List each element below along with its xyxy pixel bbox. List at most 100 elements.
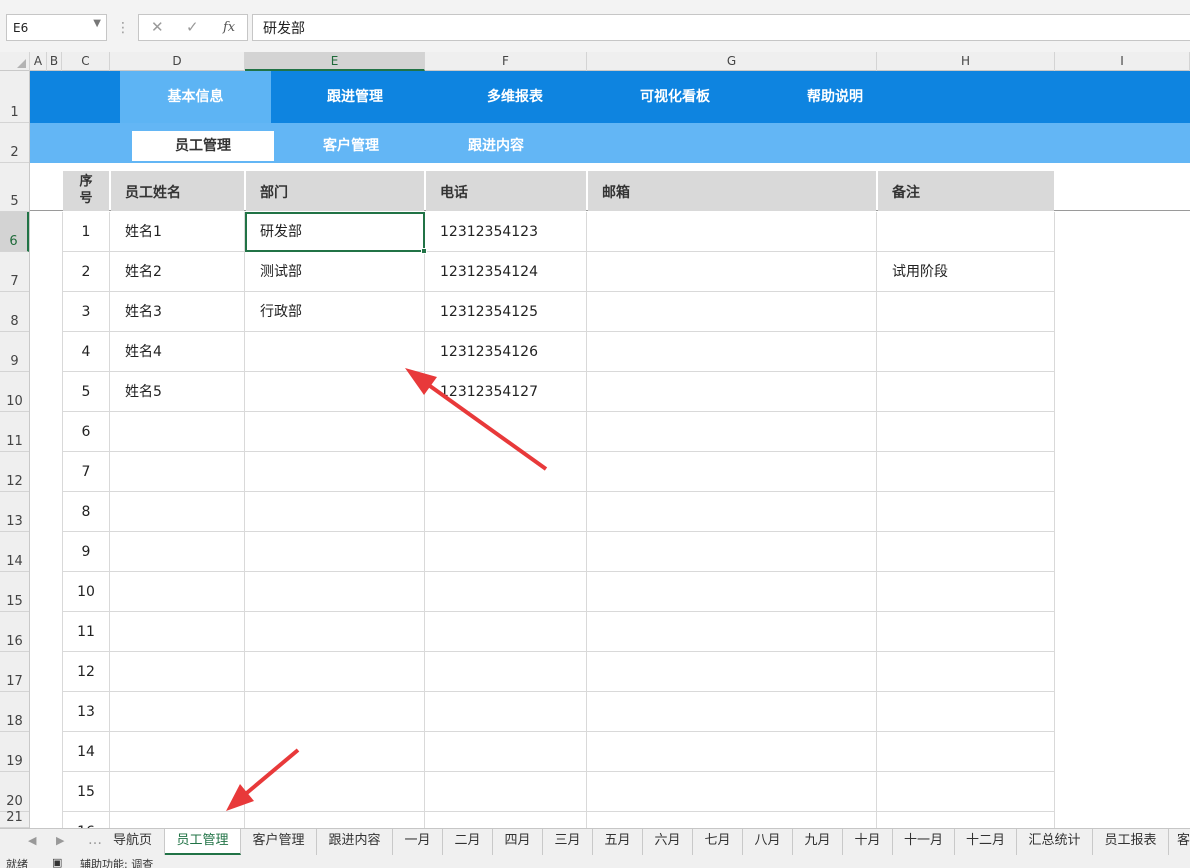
table-cell[interactable]: 1 — [62, 212, 110, 252]
table-cell[interactable]: 5 — [62, 372, 110, 412]
table-cell[interactable] — [587, 772, 877, 812]
chevron-left-icon[interactable]: ◀ — [28, 834, 36, 847]
sub-tab-0[interactable]: 员工管理 — [132, 131, 274, 161]
row-header-13[interactable]: 13 — [0, 492, 29, 532]
sheet-tab-1[interactable]: 员工管理 — [165, 829, 241, 855]
sub-tab-1[interactable]: 客户管理 — [280, 131, 422, 161]
table-cell[interactable] — [587, 612, 877, 652]
row-header-5[interactable]: 5 — [0, 163, 29, 212]
table-cell[interactable] — [245, 652, 425, 692]
table-cell[interactable] — [110, 732, 245, 772]
table-cell[interactable]: 姓名3 — [110, 292, 245, 332]
table-cell[interactable] — [877, 292, 1055, 332]
table-cell[interactable] — [245, 572, 425, 612]
sheet-tab-0[interactable]: 导航页 — [101, 829, 165, 855]
more-options-icon[interactable]: ⋮ — [116, 20, 130, 36]
sheet-tab-3[interactable]: 跟进内容 — [317, 829, 393, 855]
sheet-tab-7[interactable]: 三月 — [543, 829, 593, 855]
table-cell[interactable] — [245, 332, 425, 372]
column-header-c[interactable]: C — [62, 52, 110, 71]
table-cell[interactable] — [877, 812, 1055, 828]
table-cell[interactable] — [245, 372, 425, 412]
sheet-tab-18[interactable]: 客 — [1169, 829, 1190, 855]
table-cell[interactable] — [425, 412, 587, 452]
table-cell[interactable] — [877, 652, 1055, 692]
column-header-a[interactable]: A — [30, 52, 47, 71]
table-cell[interactable]: 测试部 — [245, 252, 425, 292]
table-cell[interactable] — [877, 772, 1055, 812]
table-cell[interactable]: 16 — [62, 812, 110, 828]
table-cell[interactable] — [877, 532, 1055, 572]
table-cell[interactable] — [587, 412, 877, 452]
table-cell[interactable] — [110, 612, 245, 652]
table-cell[interactable]: 13 — [62, 692, 110, 732]
table-cell[interactable] — [425, 532, 587, 572]
insert-function-icon[interactable]: fx — [223, 20, 235, 35]
table-cell[interactable] — [877, 612, 1055, 652]
sheet-tab-10[interactable]: 七月 — [693, 829, 743, 855]
table-cell[interactable] — [425, 612, 587, 652]
table-cell[interactable] — [245, 692, 425, 732]
table-cell[interactable]: 姓名2 — [110, 252, 245, 292]
table-cell[interactable]: 11 — [62, 612, 110, 652]
row-header-21[interactable]: 21 — [0, 810, 29, 828]
table-cell[interactable]: 9 — [62, 532, 110, 572]
row-header-12[interactable]: 12 — [0, 452, 29, 492]
accessibility-status[interactable]: 辅助功能: 调查 — [80, 856, 153, 868]
table-cell[interactable] — [587, 572, 877, 612]
table-cell[interactable] — [110, 572, 245, 612]
row-header-2[interactable]: 2 — [0, 123, 29, 163]
table-cell[interactable]: 12312354123 — [425, 212, 587, 252]
column-header-g[interactable]: G — [587, 52, 877, 71]
column-header-d[interactable]: D — [110, 52, 245, 71]
table-cell[interactable] — [425, 812, 587, 828]
column-header-h[interactable]: H — [877, 52, 1055, 71]
row-header-8[interactable]: 8 — [0, 292, 29, 332]
table-cell[interactable] — [877, 452, 1055, 492]
table-cell[interactable]: 行政部 — [245, 292, 425, 332]
row-header-17[interactable]: 17 — [0, 652, 29, 692]
table-cell[interactable] — [425, 772, 587, 812]
table-cell[interactable]: 4 — [62, 332, 110, 372]
table-cell[interactable]: 12312354127 — [425, 372, 587, 412]
table-cell[interactable]: 姓名5 — [110, 372, 245, 412]
sheet-tab-17[interactable]: 员工报表 — [1093, 829, 1169, 855]
table-cell[interactable] — [245, 772, 425, 812]
table-cell[interactable] — [877, 212, 1055, 252]
table-cell[interactable] — [587, 692, 877, 732]
table-cell[interactable] — [110, 812, 245, 828]
enter-icon[interactable]: ✓ — [186, 18, 199, 36]
table-cell[interactable]: 12312354126 — [425, 332, 587, 372]
sheet-tab-9[interactable]: 六月 — [643, 829, 693, 855]
sheet-tab-13[interactable]: 十月 — [843, 829, 893, 855]
table-cell[interactable] — [877, 372, 1055, 412]
table-cell[interactable]: 10 — [62, 572, 110, 612]
row-header-1[interactable]: 1 — [0, 71, 29, 123]
table-cell[interactable]: 14 — [62, 732, 110, 772]
row-header-15[interactable]: 15 — [0, 572, 29, 612]
table-cell[interactable] — [877, 492, 1055, 532]
table-cell[interactable] — [587, 372, 877, 412]
table-cell[interactable] — [877, 332, 1055, 372]
table-cell[interactable] — [425, 572, 587, 612]
table-cell[interactable]: 12312354124 — [425, 252, 587, 292]
table-cell[interactable] — [587, 212, 877, 252]
sheet-tab-12[interactable]: 九月 — [793, 829, 843, 855]
table-cell[interactable]: 15 — [62, 772, 110, 812]
fill-handle[interactable] — [421, 248, 427, 254]
row-header-18[interactable]: 18 — [0, 692, 29, 732]
table-cell[interactable] — [245, 732, 425, 772]
table-cell[interactable] — [110, 652, 245, 692]
table-cell[interactable] — [587, 252, 877, 292]
table-cell[interactable] — [110, 452, 245, 492]
table-cell[interactable] — [425, 732, 587, 772]
nav-tab-4[interactable]: 帮助说明 — [755, 71, 915, 123]
column-header-e[interactable]: E — [245, 52, 425, 71]
table-cell[interactable]: 3 — [62, 292, 110, 332]
row-header-6[interactable]: 6 — [0, 212, 29, 252]
table-cell[interactable]: 8 — [62, 492, 110, 532]
row-header-19[interactable]: 19 — [0, 732, 29, 772]
row-header-9[interactable]: 9 — [0, 332, 29, 372]
table-cell[interactable] — [587, 652, 877, 692]
sub-tab-2[interactable]: 跟进内容 — [425, 131, 567, 161]
